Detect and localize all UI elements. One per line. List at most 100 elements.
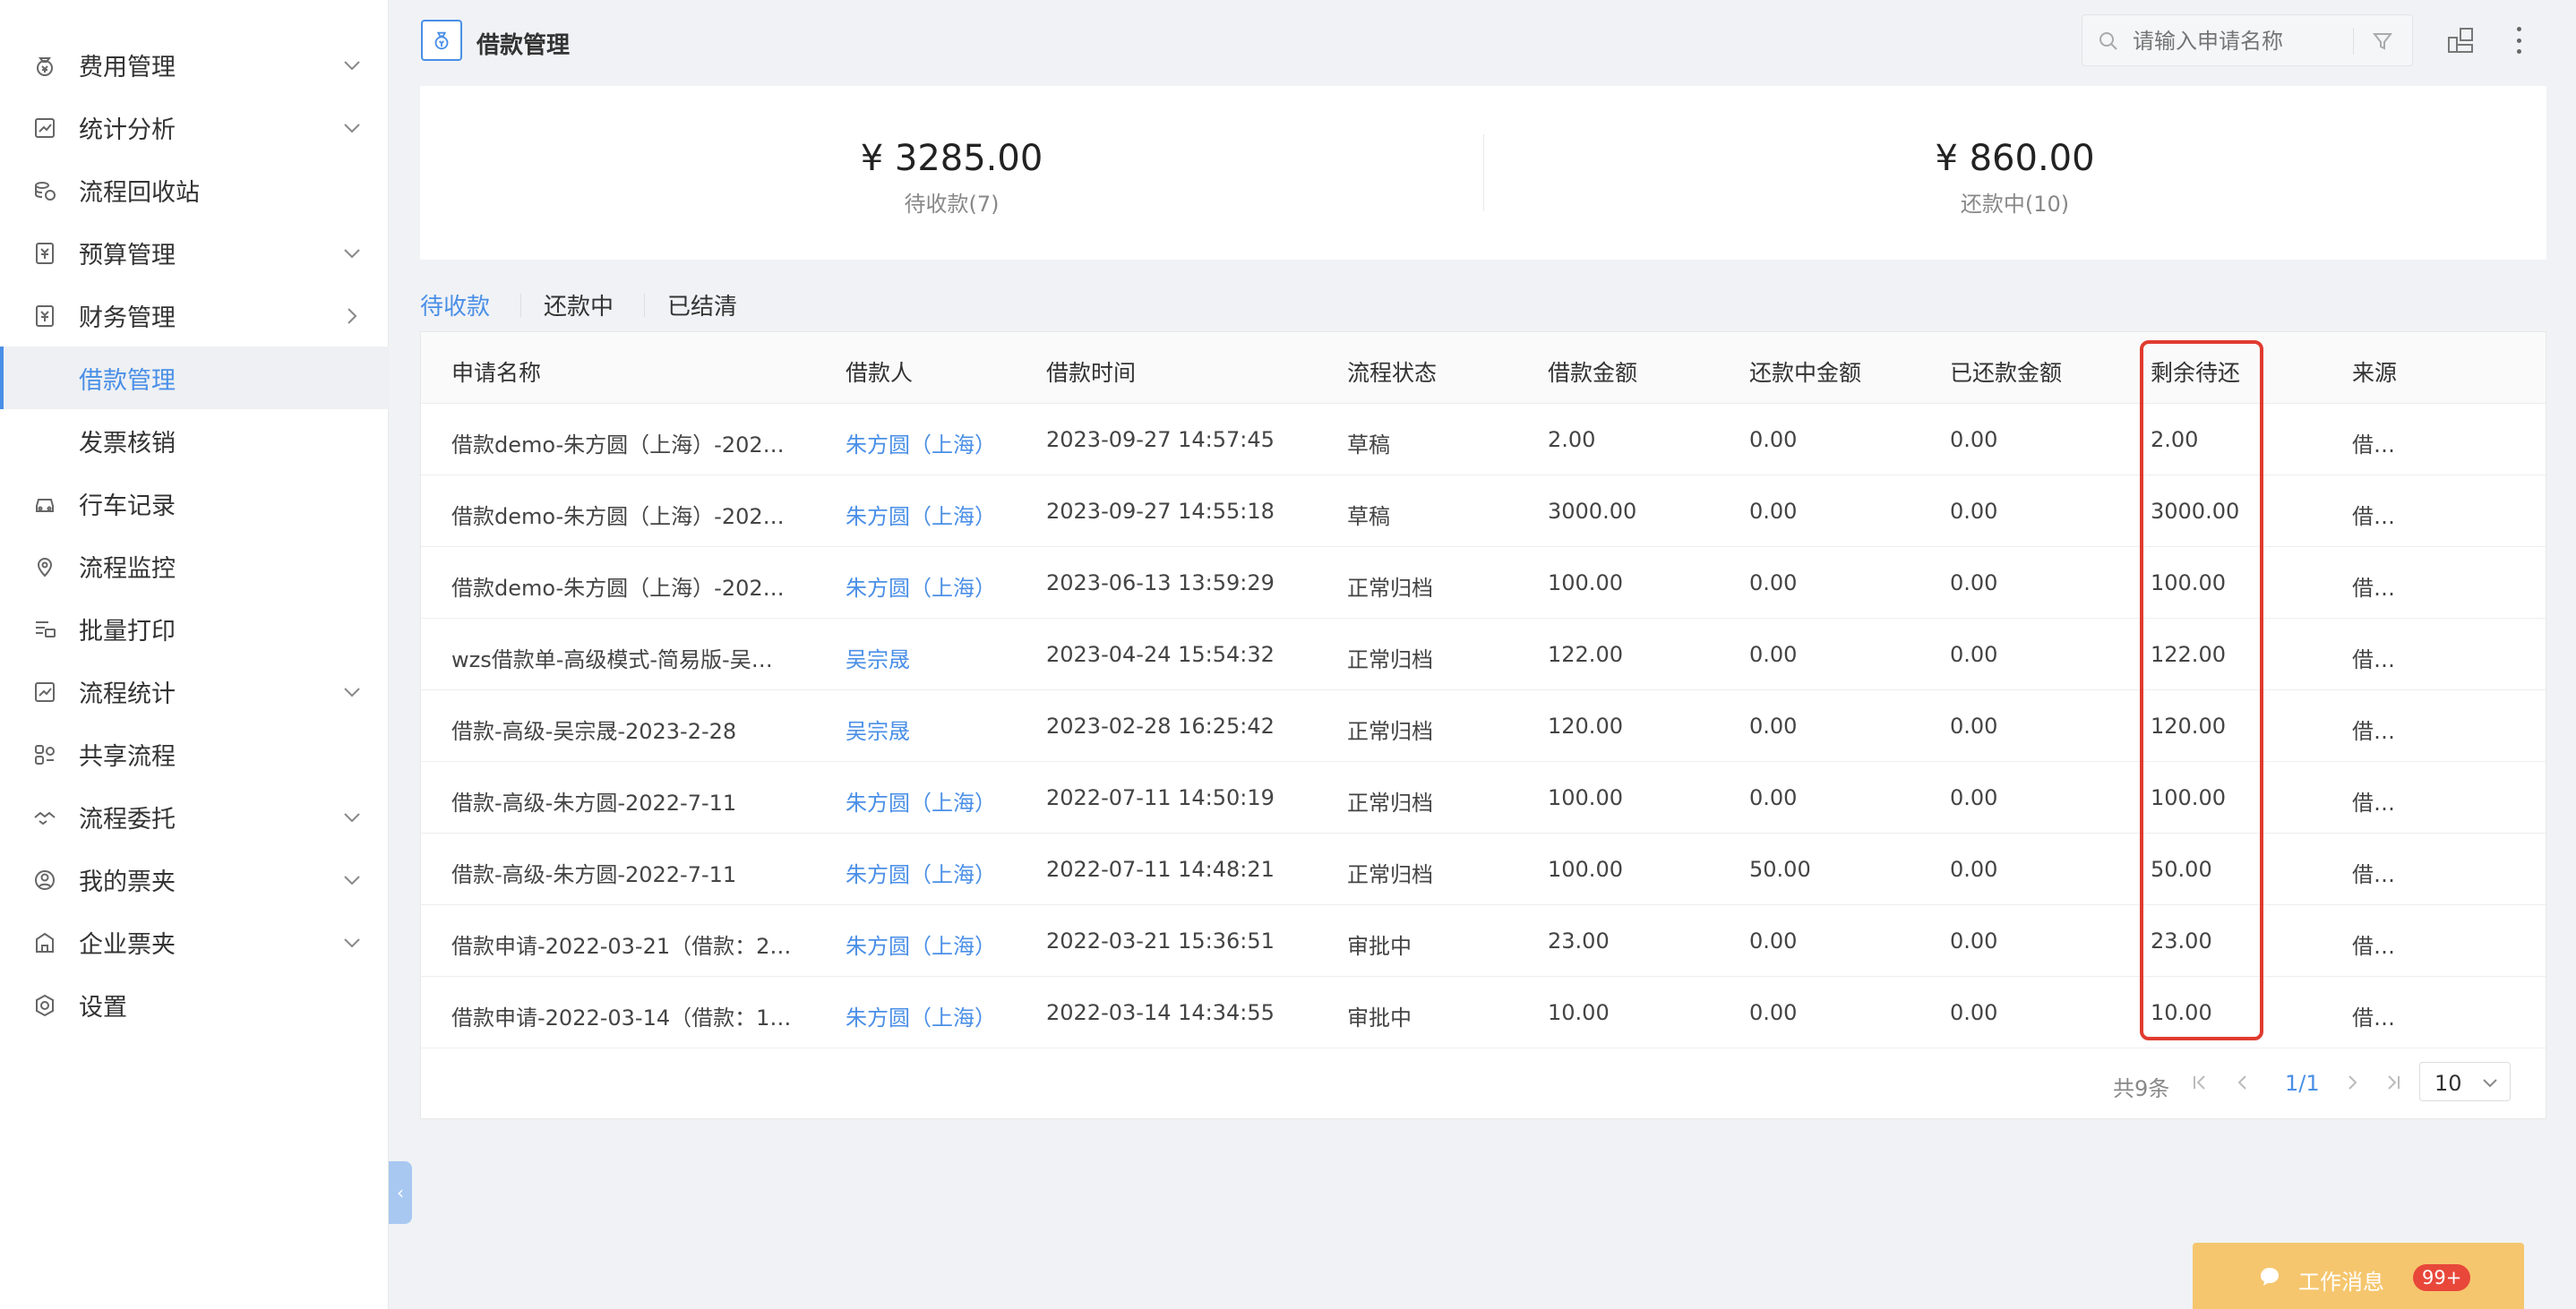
- cell-repaid: 0.00: [1950, 1000, 1998, 1025]
- cell-name: 借款-高级-吴宗晟-2023-2-28: [451, 719, 737, 744]
- column-header[interactable]: 还款中金额: [1749, 355, 1861, 388]
- cell-repaying: 0.00: [1749, 642, 1798, 667]
- sidebar-item-company-wallet[interactable]: 企业票夹: [0, 911, 389, 973]
- search-input[interactable]: [2133, 24, 2339, 58]
- cell-borrower[interactable]: 吴宗晟: [846, 642, 910, 673]
- filter-icon[interactable]: [2371, 30, 2394, 53]
- cell-repaying: 0.00: [1749, 785, 1798, 810]
- cell-repaid: 0.00: [1950, 857, 1998, 882]
- sidebar-item-budget[interactable]: 预算管理: [0, 221, 389, 284]
- table-row[interactable]: 借款-高级-吴宗晟-2023-2-28 吴宗晟 2023-02-28 16:25:4…: [421, 690, 2546, 762]
- cell-borrower[interactable]: 吴宗晟: [846, 714, 910, 745]
- column-header[interactable]: 来源: [2352, 355, 2397, 388]
- column-header[interactable]: 借款人: [846, 355, 913, 388]
- tab-divider: [644, 294, 645, 317]
- search-box[interactable]: [2082, 14, 2413, 66]
- sidebar-item-label: 批量打印: [79, 617, 176, 646]
- pagination: 共9条 1/1 10: [420, 1048, 2546, 1119]
- chart-icon: [32, 116, 57, 141]
- cell-status: 审批中: [1347, 1005, 1412, 1031]
- column-header[interactable]: 剩余待还: [2151, 355, 2240, 388]
- cell-repaying: 0.00: [1749, 570, 1798, 595]
- prev-page-icon[interactable]: [2233, 1073, 2253, 1092]
- table-row[interactable]: 借款申请-2022-03-14（借款：10.… 朱方圆（上海） 2022-03-14…: [421, 977, 2546, 1048]
- cell-source: 借…: [2352, 1005, 2395, 1031]
- page-indicator: 1/1: [2285, 1071, 2320, 1096]
- next-page-icon[interactable]: [2342, 1073, 2362, 1092]
- cell-borrower[interactable]: 朱方圆（上海）: [846, 1000, 996, 1031]
- chevron-left-icon: ‹: [397, 1182, 404, 1203]
- repaying-summary[interactable]: ¥ 860.00 还款中(10): [1483, 86, 2546, 260]
- cell-status: 正常归档: [1347, 576, 1433, 601]
- more-menu-icon[interactable]: [2508, 23, 2529, 57]
- column-header[interactable]: 借款金额: [1548, 355, 1637, 388]
- cell-borrower[interactable]: 朱方圆（上海）: [846, 427, 996, 458]
- column-header[interactable]: 借款时间: [1046, 355, 1136, 388]
- coins-icon: [32, 178, 57, 203]
- page-size-select[interactable]: 10: [2419, 1062, 2511, 1101]
- sidebar-item-finance[interactable]: 财务管理: [0, 284, 389, 346]
- tab-settled[interactable]: 已结清: [667, 288, 737, 321]
- cell-repaying: 0.00: [1749, 427, 1798, 452]
- cell-source: 借…: [2352, 862, 2395, 887]
- cell-repaid: 0.00: [1950, 499, 1998, 524]
- cell-borrower[interactable]: 朱方圆（上海）: [846, 928, 996, 960]
- cell-source: 借…: [2352, 934, 2395, 959]
- table-row[interactable]: 借款-高级-朱方圆-2022-7-11 朱方圆（上海） 2022-07-11 14:…: [421, 834, 2546, 905]
- sidebar-collapse-button[interactable]: ‹: [389, 1161, 412, 1224]
- sidebar-item-delegate[interactable]: 流程委托: [0, 785, 389, 848]
- column-header[interactable]: 已还款金额: [1950, 355, 2062, 388]
- tab-repaying[interactable]: 还款中: [544, 288, 614, 321]
- cell-time: 2023-09-27 14:55:18: [1046, 499, 1275, 524]
- tab-pending[interactable]: 待收款: [420, 288, 490, 321]
- cell-repaid: 0.00: [1950, 785, 1998, 810]
- cell-remaining: 23.00: [2151, 928, 2212, 954]
- sidebar-item-monitor[interactable]: 流程监控: [0, 535, 389, 597]
- chevron-down-icon: [344, 249, 360, 259]
- sidebar-item-stats[interactable]: 流程统计: [0, 660, 389, 723]
- sidebar-item-recycle[interactable]: 流程回收站: [0, 158, 389, 221]
- sidebar-item-print[interactable]: 批量打印: [0, 597, 389, 660]
- table-row[interactable]: wzs借款单-高级模式-简易版-吴宗… 吴宗晟 2023-04-24 15:54:3…: [421, 619, 2546, 690]
- sidebar-item-label: 费用管理: [79, 53, 176, 81]
- cell-status: 审批中: [1347, 934, 1412, 959]
- cell-amount: 100.00: [1548, 857, 1623, 882]
- cell-repaying: 0.00: [1749, 928, 1798, 954]
- column-header[interactable]: 申请名称: [451, 355, 541, 388]
- layout-grid-icon[interactable]: [2445, 25, 2476, 56]
- chevron-right-icon: [348, 308, 357, 324]
- sidebar-item-my-wallet[interactable]: 我的票夹: [0, 848, 389, 911]
- cell-borrower[interactable]: 朱方圆（上海）: [846, 785, 996, 817]
- sidebar-item-expense[interactable]: 费用管理: [0, 33, 389, 96]
- work-message-button[interactable]: 工作消息 99+: [2193, 1243, 2524, 1309]
- table-row[interactable]: 借款demo-朱方圆（上海）-2023-… 朱方圆（上海） 2023-09-27 1…: [421, 475, 2546, 547]
- cell-status: 正常归档: [1347, 719, 1433, 744]
- table-row[interactable]: 借款demo-朱方圆（上海）-2023-… 朱方圆（上海） 2023-06-13 1…: [421, 547, 2546, 619]
- cell-amount: 2.00: [1548, 427, 1596, 452]
- sidebar-item-driving[interactable]: 行车记录: [0, 472, 389, 535]
- table-row[interactable]: 借款demo-朱方圆（上海）-2023-… 朱方圆（上海） 2023-09-27 1…: [421, 404, 2546, 475]
- summary-panel: ¥ 3285.00 待收款(7) ¥ 860.00 还款中(10): [420, 86, 2546, 260]
- sidebar-item-settings[interactable]: 设置: [0, 973, 389, 1036]
- cell-amount: 100.00: [1548, 785, 1623, 810]
- table-header: 申请名称 借款人 借款时间 流程状态 借款金额 还款中金额 已还款金额 剩余待还…: [421, 332, 2546, 404]
- first-page-icon[interactable]: [2190, 1073, 2210, 1092]
- table-row[interactable]: 借款申请-2022-03-21（借款：23.… 朱方圆（上海） 2022-03-21…: [421, 905, 2546, 977]
- sidebar-item-loan[interactable]: 借款管理: [0, 346, 389, 409]
- column-header[interactable]: 流程状态: [1347, 355, 1437, 388]
- cell-repaying: 0.00: [1749, 714, 1798, 739]
- cell-amount: 3000.00: [1548, 499, 1637, 524]
- cell-name: 借款-高级-朱方圆-2022-7-11: [451, 791, 737, 816]
- sidebar-item-invoice[interactable]: 发票核销: [0, 409, 389, 472]
- sidebar-item-label: 统计分析: [79, 116, 176, 144]
- sidebar-item-analytics[interactable]: 统计分析: [0, 96, 389, 158]
- cell-borrower[interactable]: 朱方圆（上海）: [846, 570, 996, 602]
- sidebar-item-share[interactable]: 共享流程: [0, 723, 389, 785]
- table-row[interactable]: 借款-高级-朱方圆-2022-7-11 朱方圆（上海） 2022-07-11 14:…: [421, 762, 2546, 834]
- pending-summary[interactable]: ¥ 3285.00 待收款(7): [420, 86, 1483, 260]
- last-page-icon[interactable]: [2383, 1073, 2403, 1092]
- cell-borrower[interactable]: 朱方圆（上海）: [846, 857, 996, 888]
- cell-borrower[interactable]: 朱方圆（上海）: [846, 499, 996, 530]
- tab-divider: [520, 294, 521, 317]
- location-pin-icon: [32, 554, 57, 579]
